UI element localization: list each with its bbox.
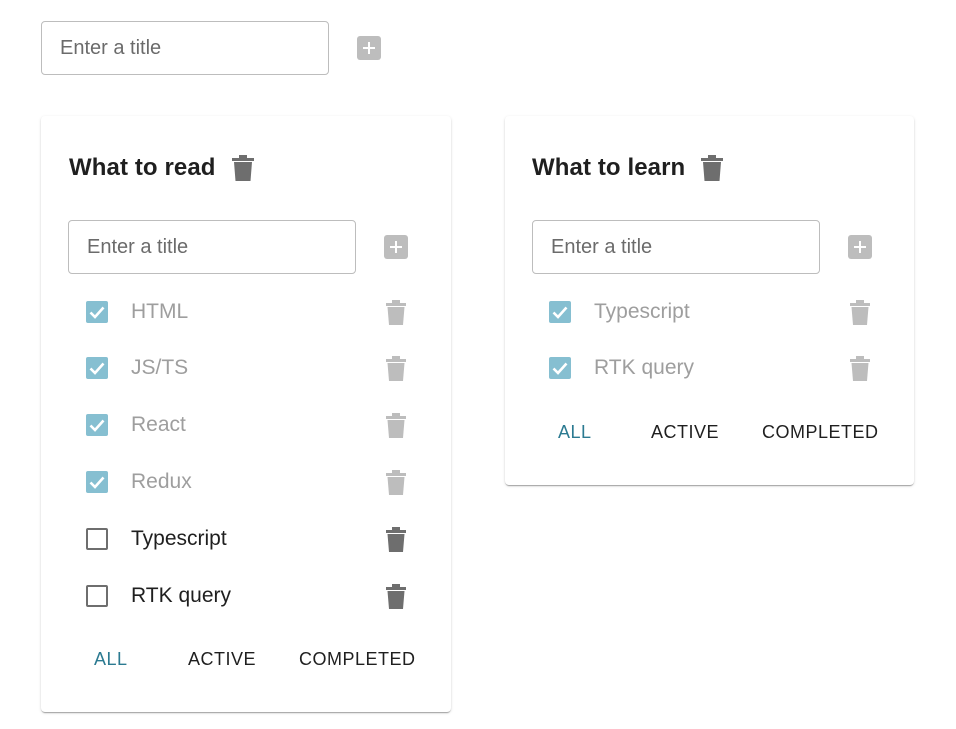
new-list-title-input[interactable] [41, 21, 329, 75]
check-icon [89, 419, 105, 432]
task-label[interactable]: JS/TS [131, 356, 188, 380]
task-label[interactable]: Typescript [594, 300, 690, 324]
task-checkbox[interactable] [86, 357, 108, 379]
filter-active-button[interactable]: ACTIVE [651, 422, 719, 443]
task-row: Typescript [41, 519, 451, 559]
todolist-card: What to learn Typescript [505, 116, 914, 485]
plus-icon [363, 42, 375, 54]
filter-all-button[interactable]: ALL [558, 422, 592, 443]
card-header: What to learn [532, 152, 724, 184]
trash-icon[interactable] [386, 526, 406, 552]
check-icon [89, 476, 105, 489]
card-title: What to learn [532, 154, 686, 181]
task-checkbox[interactable] [86, 585, 108, 607]
card-header: What to read [69, 152, 254, 184]
add-task-button[interactable] [848, 235, 872, 259]
filter-bar: ALL ACTIVE COMPLETED [41, 649, 451, 679]
task-row: Typescript [505, 292, 914, 332]
filter-completed-button[interactable]: COMPLETED [299, 649, 416, 670]
task-row: RTK query [505, 348, 914, 388]
new-task-title-input[interactable] [68, 220, 356, 274]
trash-icon[interactable] [231, 155, 254, 181]
task-checkbox[interactable] [549, 357, 571, 379]
check-icon [552, 362, 568, 375]
trash-icon[interactable] [386, 299, 406, 325]
task-row: Redux [41, 462, 451, 502]
plus-icon [390, 241, 402, 253]
todolist-card: What to read HTML [41, 116, 451, 712]
task-row: HTML [41, 292, 451, 332]
trash-icon[interactable] [701, 155, 724, 181]
trash-icon[interactable] [386, 412, 406, 438]
trash-icon[interactable] [386, 469, 406, 495]
add-task-button[interactable] [384, 235, 408, 259]
filter-active-button[interactable]: ACTIVE [188, 649, 256, 670]
task-label[interactable]: HTML [131, 300, 188, 324]
task-label[interactable]: Redux [131, 470, 192, 494]
filter-completed-button[interactable]: COMPLETED [762, 422, 879, 443]
trash-icon[interactable] [850, 355, 870, 381]
new-task-form [68, 220, 408, 274]
task-row: JS/TS [41, 348, 451, 388]
task-checkbox[interactable] [86, 471, 108, 493]
new-list-form [41, 21, 381, 75]
task-label[interactable]: RTK query [131, 584, 231, 608]
todolist-app: What to read HTML [0, 0, 956, 729]
task-label[interactable]: React [131, 413, 186, 437]
add-list-button[interactable] [357, 36, 381, 60]
task-checkbox[interactable] [549, 301, 571, 323]
check-icon [89, 306, 105, 319]
task-label[interactable]: Typescript [131, 527, 227, 551]
trash-icon[interactable] [386, 355, 406, 381]
task-row: RTK query [41, 576, 451, 616]
trash-icon[interactable] [850, 299, 870, 325]
trash-icon[interactable] [386, 583, 406, 609]
plus-icon [854, 241, 866, 253]
card-title: What to read [69, 154, 216, 181]
check-icon [89, 362, 105, 375]
task-row: React [41, 405, 451, 445]
new-task-title-input[interactable] [532, 220, 820, 274]
check-icon [552, 306, 568, 319]
task-checkbox[interactable] [86, 528, 108, 550]
task-checkbox[interactable] [86, 414, 108, 436]
filter-all-button[interactable]: ALL [94, 649, 128, 670]
task-label[interactable]: RTK query [594, 356, 694, 380]
filter-bar: ALL ACTIVE COMPLETED [505, 422, 914, 452]
task-checkbox[interactable] [86, 301, 108, 323]
new-task-form [532, 220, 872, 274]
